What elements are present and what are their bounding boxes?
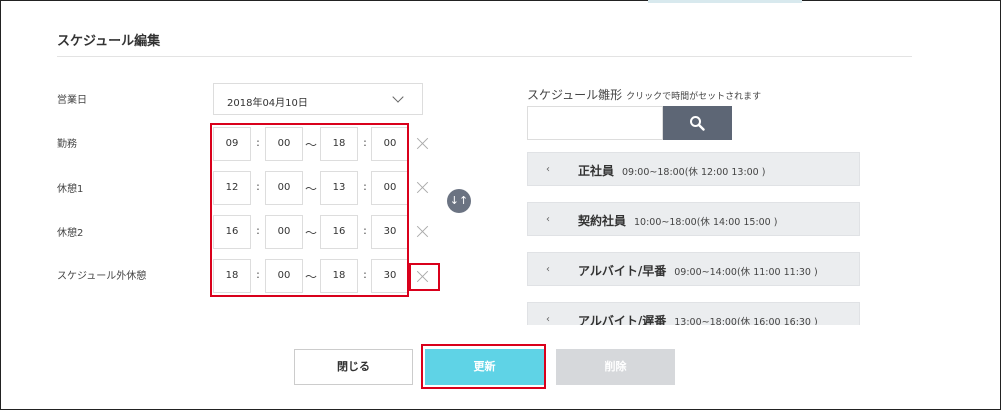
business-day-select[interactable]: 2018年04月10日 [213, 83, 423, 115]
template-name: 正社員 [578, 164, 615, 178]
template-search-button[interactable] [663, 106, 732, 140]
chevron-left-icon: ‹ [546, 264, 550, 275]
template-hint: クリックで時間がセットされます [626, 92, 762, 102]
label-break2: 休憩2 [57, 228, 84, 239]
swap-icon[interactable]: ↓↑ [447, 189, 471, 213]
label-extra-break: スケジュール外休憩 [57, 271, 147, 282]
template-item[interactable]: ‹ 契約社員 10:00~18:00(休 14:00 15:00 ) [527, 202, 860, 236]
clear-work-close-icon[interactable] [414, 135, 432, 153]
chevron-left-icon: ‹ [546, 214, 550, 225]
template-hours: 13:00~18:00(休 16:00 16:30 ) [674, 317, 818, 325]
delete-button[interactable]: 削除 [556, 349, 675, 385]
highlight-time-fields [210, 123, 409, 297]
template-name: アルバイト/遅番 [578, 314, 667, 325]
label-work: 勤務 [57, 139, 77, 150]
template-name: アルバイト/早番 [578, 264, 667, 278]
highlight-update-button [421, 344, 546, 389]
chevron-down-icon[interactable] [392, 91, 404, 103]
template-item[interactable]: ‹ 正社員 09:00~18:00(休 12:00 13:00 ) [527, 152, 860, 186]
top-edge-decoration [648, 0, 802, 3]
close-button[interactable]: 閉じる [294, 349, 413, 385]
template-panel-title: スケジュール雛形 クリックで時間がセットされます [527, 86, 761, 103]
divider [57, 56, 912, 57]
chevron-left-icon: ‹ [546, 164, 550, 175]
label-business-day: 営業日 [57, 95, 87, 106]
clear-break1-close-icon[interactable] [414, 179, 432, 197]
template-list: ‹ 正社員 09:00~18:00(休 12:00 13:00 ) ‹ 契約社員 1… [527, 152, 860, 325]
page-title: スケジュール編集 [57, 34, 161, 49]
search-icon [690, 116, 705, 131]
clear-break2-close-icon[interactable] [414, 223, 432, 241]
template-hours: 09:00~18:00(休 12:00 13:00 ) [622, 167, 766, 178]
template-hours: 10:00~18:00(休 14:00 15:00 ) [634, 217, 778, 228]
template-name: 契約社員 [578, 214, 627, 228]
label-break1: 休憩1 [57, 184, 84, 195]
template-item[interactable]: ‹ アルバイト/早番 09:00~14:00(休 11:00 11:30 ) [527, 252, 860, 286]
highlight-extra-clear [409, 263, 440, 291]
chevron-left-icon: ‹ [546, 314, 550, 325]
template-item[interactable]: ‹ アルバイト/遅番 13:00~18:00(休 16:00 16:30 ) [527, 302, 860, 325]
template-title: スケジュール雛形 [527, 88, 623, 102]
template-search-input[interactable] [527, 106, 663, 140]
template-hours: 09:00~14:00(休 11:00 11:30 ) [674, 267, 818, 278]
business-day-value: 2018年04月10日 [227, 98, 308, 109]
